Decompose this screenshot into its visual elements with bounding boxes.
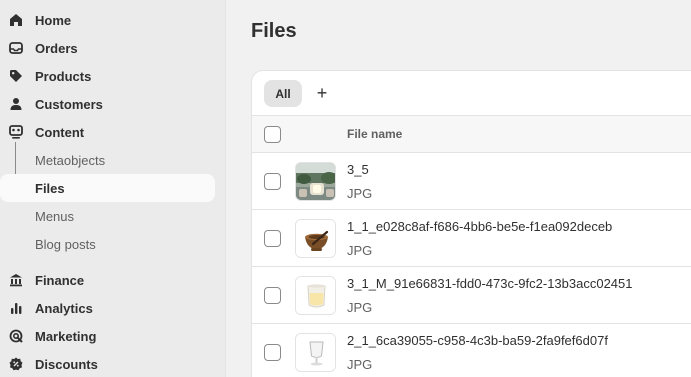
sidebar-item-finance[interactable]: Finance bbox=[0, 266, 215, 294]
file-type: JPG bbox=[347, 300, 373, 315]
row-checkbox[interactable] bbox=[264, 344, 281, 361]
column-header-file-name[interactable]: File name bbox=[347, 127, 402, 141]
sidebar-item-label: Discounts bbox=[35, 356, 98, 372]
table-header: File name bbox=[252, 116, 691, 153]
file-thumbnail bbox=[295, 333, 336, 372]
sidebar-item-label: Metaobjects bbox=[35, 152, 106, 168]
glass-candle-photo-icon bbox=[296, 277, 335, 314]
wooden-bowl-photo-icon bbox=[296, 220, 335, 257]
sidebar-item-label: Files bbox=[35, 180, 65, 196]
bank-icon bbox=[8, 272, 24, 288]
sidebar-item-label: Marketing bbox=[35, 328, 97, 344]
sidebar-item-label: Customers bbox=[35, 96, 103, 112]
sidebar-item-label: Analytics bbox=[35, 300, 93, 316]
sidebar-item-label: Menus bbox=[35, 208, 75, 224]
file-type: JPG bbox=[347, 186, 373, 201]
home-icon bbox=[8, 12, 24, 28]
file-thumbnail bbox=[295, 276, 336, 315]
sidebar-item-label: Home bbox=[35, 12, 72, 28]
file-name[interactable]: 1_1_e028c8af-f686-4bb6-be5e-f1ea092deceb bbox=[347, 219, 612, 234]
sidebar-item-products[interactable]: Products bbox=[0, 62, 215, 90]
table-row[interactable]: 3_5 JPG bbox=[252, 153, 691, 210]
content-icon bbox=[8, 124, 24, 140]
clear-glass-photo-icon bbox=[296, 334, 335, 371]
add-view-button[interactable]: + bbox=[312, 80, 332, 107]
sidebar-item-analytics[interactable]: Analytics bbox=[0, 294, 215, 322]
files-card: All + File name 3_5 JPG 1_1_e028c8af-f68… bbox=[251, 70, 691, 377]
sidebar-item-label: Orders bbox=[35, 40, 78, 56]
sidebar-item-discounts[interactable]: Discounts bbox=[0, 350, 215, 377]
row-checkbox[interactable] bbox=[264, 173, 281, 190]
file-type: JPG bbox=[347, 243, 373, 258]
patio-photo-icon bbox=[296, 163, 335, 200]
file-thumbnail bbox=[295, 219, 336, 258]
sidebar-item-label: Products bbox=[35, 68, 92, 84]
file-name[interactable]: 3_1_M_91e66831-fdd0-473c-9fc2-13b3acc024… bbox=[347, 276, 633, 291]
sidebar-item-label: Finance bbox=[35, 272, 85, 288]
sidebar-item-marketing[interactable]: Marketing bbox=[0, 322, 215, 350]
inbox-icon bbox=[8, 40, 24, 56]
tab-all[interactable]: All bbox=[264, 80, 302, 107]
table-row[interactable]: 3_1_M_91e66831-fdd0-473c-9fc2-13b3acc024… bbox=[252, 267, 691, 324]
sidebar-item-orders[interactable]: Orders bbox=[0, 34, 215, 62]
tab-bar: All + bbox=[252, 71, 691, 116]
sidebar-item-customers[interactable]: Customers bbox=[0, 90, 215, 118]
sidebar-subitem-menus[interactable]: Menus bbox=[0, 202, 215, 230]
row-checkbox[interactable] bbox=[264, 230, 281, 247]
select-all-checkbox[interactable] bbox=[264, 126, 281, 143]
sidebar: Home Orders Products Customers Content M… bbox=[0, 0, 226, 377]
file-thumbnail bbox=[295, 162, 336, 201]
page-title: Files bbox=[251, 20, 297, 42]
bar-chart-icon bbox=[8, 300, 24, 316]
sidebar-item-content[interactable]: Content bbox=[0, 118, 215, 146]
sidebar-subitem-metaobjects[interactable]: Metaobjects bbox=[0, 146, 215, 174]
sidebar-item-home[interactable]: Home bbox=[0, 6, 215, 34]
sidebar-item-label: Content bbox=[35, 124, 85, 140]
tag-icon bbox=[8, 68, 24, 84]
file-name[interactable]: 2_1_6ca39055-c958-4c3b-ba59-2fa9fef6d07f bbox=[347, 333, 608, 348]
target-icon bbox=[8, 328, 24, 344]
sidebar-item-label: Blog posts bbox=[35, 236, 96, 252]
sidebar-subitem-blog-posts[interactable]: Blog posts bbox=[0, 230, 215, 258]
sidebar-subitem-files[interactable]: Files bbox=[0, 174, 215, 202]
table-row[interactable]: 1_1_e028c8af-f686-4bb6-be5e-f1ea092deceb… bbox=[252, 210, 691, 267]
file-name[interactable]: 3_5 bbox=[347, 162, 369, 177]
table-row[interactable]: 2_1_6ca39055-c958-4c3b-ba59-2fa9fef6d07f… bbox=[252, 324, 691, 377]
person-icon bbox=[8, 96, 24, 112]
file-type: JPG bbox=[347, 357, 373, 372]
discount-icon bbox=[8, 356, 24, 372]
row-checkbox[interactable] bbox=[264, 287, 281, 304]
